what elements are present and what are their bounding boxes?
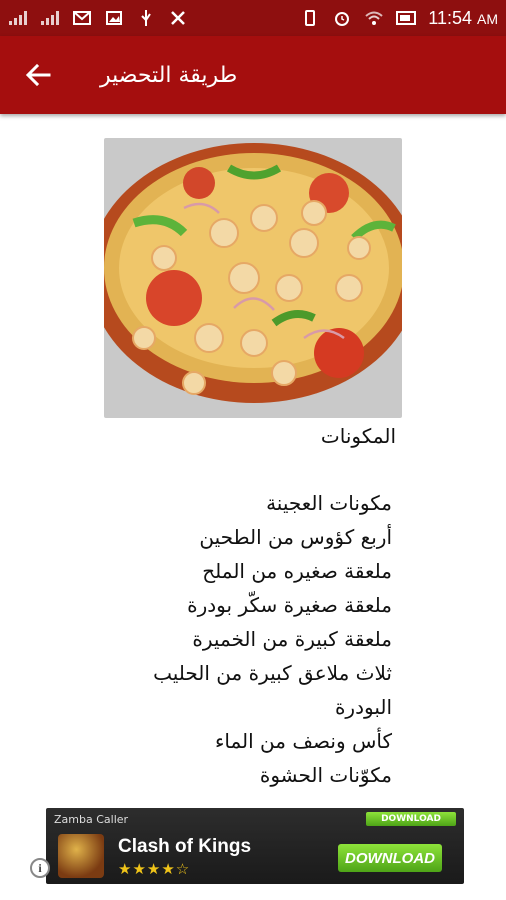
- signal-2-icon: [40, 10, 60, 26]
- ad-creative[interactable]: Zamba Caller DOWNLOAD Clash of Kings ★★★…: [46, 808, 464, 884]
- vibrate-icon: [300, 10, 320, 26]
- recipe-content[interactable]: المكونات مكونات العجينة أربع كؤوس من الط…: [0, 114, 506, 800]
- ingredients-heading: المكونات: [320, 424, 396, 448]
- tools-icon: [168, 10, 188, 26]
- usb-icon: [136, 10, 156, 26]
- ad-title: Clash of Kings: [118, 836, 252, 857]
- download-button[interactable]: DOWNLOAD: [338, 844, 442, 872]
- status-time: 11:54 AM: [428, 8, 498, 29]
- rating-stars: ★★★★☆: [118, 860, 191, 878]
- pizza-image: [104, 138, 402, 418]
- battery-icon: [396, 10, 417, 26]
- ad-top-label: Zamba Caller: [54, 812, 129, 826]
- app-bar: طريقة التحضير: [0, 36, 506, 114]
- ingredient-line: مكوّنات الحشوة: [259, 763, 392, 787]
- ad-top-strip: Zamba Caller DOWNLOAD: [54, 810, 456, 828]
- ad-banner[interactable]: Zamba Caller DOWNLOAD Clash of Kings ★★★…: [0, 800, 506, 900]
- status-left-icons: [8, 10, 188, 26]
- ad-info-icon[interactable]: i: [30, 858, 50, 878]
- mail-icon: [72, 10, 92, 26]
- status-time-value: 11:54: [428, 7, 472, 28]
- page-title: طريقة التحضير: [100, 62, 238, 88]
- arrow-left-icon: [25, 63, 51, 87]
- ingredient-line: ثلاث ملاعق كبيرة من الحليب البودرة: [153, 661, 392, 719]
- alarm-icon: [332, 10, 352, 26]
- wifi-icon: [364, 10, 384, 26]
- ingredient-line: ملعقة صغيرة سكّر بودرة: [187, 593, 392, 617]
- ingredients-list: مكونات العجينة أربع كؤوس من الطحين ملعقة…: [96, 486, 392, 792]
- ingredient-line: ملعقة كبيرة من الخميرة: [192, 627, 392, 651]
- ingredient-line: كأس ونصف من الماء: [214, 729, 392, 753]
- ad-download-small-button[interactable]: DOWNLOAD: [366, 812, 456, 826]
- status-bar: 11:54 AM: [0, 0, 506, 36]
- back-button[interactable]: [18, 55, 58, 95]
- status-time-suffix: AM: [477, 10, 498, 27]
- image-icon: [104, 10, 124, 26]
- signal-icon: [8, 10, 28, 26]
- ingredient-line: أربع كؤوس من الطحين: [199, 525, 392, 549]
- ingredient-line: ملعقة صغيره من الملح: [202, 559, 392, 583]
- app-icon: [58, 834, 104, 878]
- status-right-icons: 11:54 AM: [300, 8, 498, 29]
- ingredient-line: مكونات العجينة: [266, 491, 392, 515]
